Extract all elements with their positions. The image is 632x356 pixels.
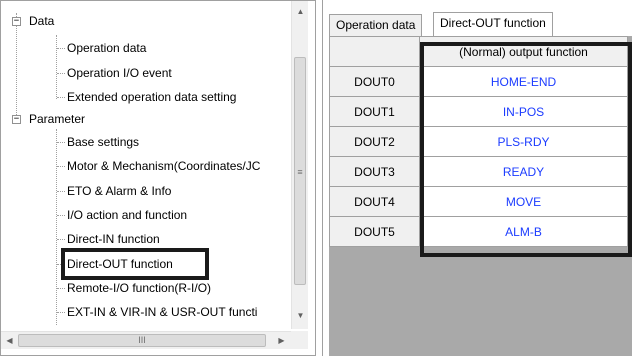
table-row: DOUT2 PLS-RDY <box>329 126 628 157</box>
tree-guide-line <box>56 35 57 99</box>
tree-item-base-settings[interactable]: Base settings <box>67 132 139 152</box>
tree-guide-line <box>57 191 65 192</box>
row-header[interactable]: DOUT2 <box>329 126 420 157</box>
column-header-output-function[interactable]: (Normal) output function <box>419 36 628 67</box>
right-panel: Operation data Direct-OUT function (Norm… <box>322 0 632 356</box>
output-function-cell[interactable]: ALM-B <box>419 216 628 247</box>
row-header[interactable]: DOUT5 <box>329 216 420 247</box>
tree-guide-line <box>16 13 17 119</box>
row-header[interactable]: DOUT4 <box>329 186 420 217</box>
tree-item-extended-operation-data[interactable]: Extended operation data setting <box>67 87 236 107</box>
horizontal-scroll-thumb[interactable]: III <box>18 334 266 347</box>
tree-guide-line <box>56 129 57 325</box>
tree-guide-line <box>57 97 65 98</box>
table-header-row: (Normal) output function <box>329 36 628 67</box>
tree-item-operation-data[interactable]: Operation data <box>67 38 146 58</box>
tree-guide-line <box>57 239 65 240</box>
output-function-cell[interactable]: IN-POS <box>419 96 628 127</box>
row-header[interactable]: DOUT1 <box>329 96 420 127</box>
vertical-scroll-thumb[interactable]: ≡ <box>294 57 306 285</box>
tree-guide-line <box>57 142 65 143</box>
direct-out-table: (Normal) output function DOUT0 HOME-END … <box>329 36 628 247</box>
tab-direct-out-function[interactable]: Direct-OUT function <box>433 12 553 36</box>
tree-guide-line <box>57 48 65 49</box>
tree-panel: − Data Operation data Operation I/O even… <box>0 0 316 356</box>
tree-item-motor-mechanism[interactable]: Motor & Mechanism(Coordinates/JC <box>67 156 260 176</box>
scroll-right-icon[interactable]: ▶ <box>273 332 290 349</box>
tree-item-remote-io-function[interactable]: Remote-I/O function(R-I/O) <box>67 278 211 298</box>
row-header[interactable]: DOUT3 <box>329 156 420 187</box>
horizontal-scrollbar[interactable]: ◀ III ▶ <box>1 331 291 349</box>
table-corner-cell <box>329 36 420 67</box>
table-row: DOUT3 READY <box>329 156 628 187</box>
scrollbar-corner <box>291 331 308 349</box>
table-row: DOUT1 IN-POS <box>329 96 628 127</box>
tree-guide-line <box>57 215 65 216</box>
output-function-cell[interactable]: HOME-END <box>419 66 628 97</box>
tab-operation-data[interactable]: Operation data <box>329 14 423 36</box>
tree-item-operation-io-event[interactable]: Operation I/O event <box>67 63 172 83</box>
tree-guide-line <box>57 166 65 167</box>
table-row: DOUT4 MOVE <box>329 186 628 217</box>
selection-highlight-box <box>61 248 209 280</box>
tree-item-direct-in-function[interactable]: Direct-IN function <box>67 229 160 249</box>
tree-item-io-action-function[interactable]: I/O action and function <box>67 205 187 225</box>
scroll-left-icon[interactable]: ◀ <box>1 332 18 349</box>
collapse-toggle-icon[interactable]: − <box>12 17 21 26</box>
table-row: DOUT0 HOME-END <box>329 66 628 97</box>
collapse-toggle-icon[interactable]: − <box>12 115 21 124</box>
scroll-down-icon[interactable]: ▼ <box>292 307 309 324</box>
tree-node-parameter[interactable]: Parameter <box>29 109 85 129</box>
output-function-cell[interactable]: MOVE <box>419 186 628 217</box>
tree-item-ext-in-vir-in-usr-out[interactable]: EXT-IN & VIR-IN & USR-OUT functi <box>67 302 257 322</box>
table-row: DOUT5 ALM-B <box>329 216 628 247</box>
tree-item-eto-alarm-info[interactable]: ETO & Alarm & Info <box>67 181 171 201</box>
vertical-scrollbar[interactable]: ▲ ≡ ▼ <box>291 1 308 329</box>
tree-guide-line <box>57 73 65 74</box>
tree-guide-line <box>57 312 65 313</box>
tree-guide-line <box>57 288 65 289</box>
scroll-up-icon[interactable]: ▲ <box>292 3 309 20</box>
row-header[interactable]: DOUT0 <box>329 66 420 97</box>
grid-area: (Normal) output function DOUT0 HOME-END … <box>329 36 632 356</box>
output-function-cell[interactable]: READY <box>419 156 628 187</box>
tree-node-data[interactable]: Data <box>29 11 54 31</box>
output-function-cell[interactable]: PLS-RDY <box>419 126 628 157</box>
